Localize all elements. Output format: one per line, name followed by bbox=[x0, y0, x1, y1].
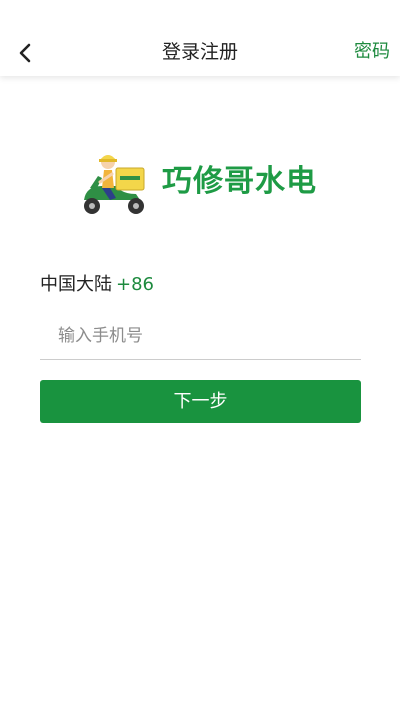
login-page: 登录注册 密码 巧修哥水电 中国大陆+86 下一步 bbox=[0, 0, 400, 710]
top-bar: 登录注册 密码 bbox=[0, 0, 400, 76]
region-selector[interactable]: 中国大陆 +86 bbox=[40, 272, 154, 298]
page-title: 登录注册 bbox=[161, 41, 238, 63]
scooter-mascot-icon bbox=[84, 155, 145, 214]
password-login-link[interactable]: 密码 bbox=[354, 38, 390, 66]
country-code: +86 bbox=[116, 274, 154, 295]
region-name: 中国大陆 bbox=[40, 274, 112, 295]
app-logo: 巧修哥水电 bbox=[76, 148, 326, 218]
next-step-button[interactable]: 下一步 bbox=[40, 380, 361, 423]
phone-input[interactable] bbox=[40, 312, 361, 360]
brand-name: 巧修哥水电 bbox=[162, 164, 317, 199]
